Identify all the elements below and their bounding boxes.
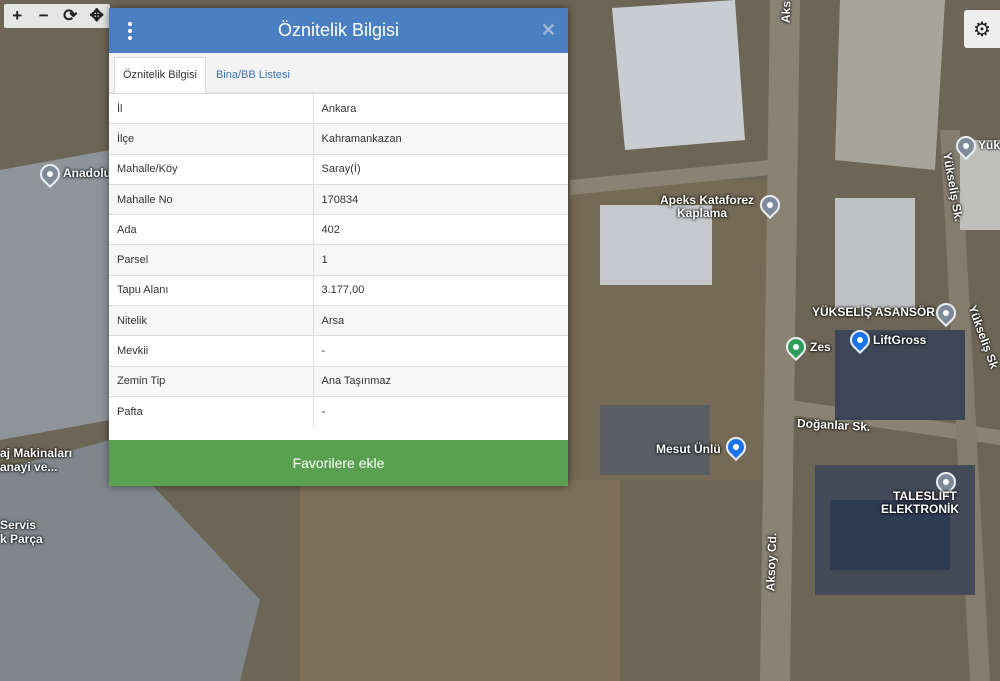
table-row: Parsel 1 [109,244,568,276]
gear-icon: ⚙ [973,18,991,41]
map-label-taleslift: TALESLIFT [893,489,957,503]
map-label-kaplama: Kaplama [677,206,728,220]
attribute-value: 3.177,00 [313,274,568,306]
map-label-aksoy-cd: Aksoy Cd. [763,532,780,592]
dialog-tabs: Öznitelik Bilgisi Bina/BB Listesi [109,53,568,93]
map-label-makinalari: aj Makinaları [0,446,73,460]
zoom-out-icon[interactable]: − [31,4,58,28]
attribute-value: 402 [313,214,568,245]
attribute-value: - [313,395,568,427]
table-row: Mahalle/Köy Saray(İ) [109,153,568,185]
map-label-yukselis-asansor: YÜKSELİŞ ASANSÖR [812,305,935,319]
attribute-value: Kahramankazan [313,123,568,155]
map-label-liftgross: LiftGross [873,333,927,347]
map-label-aksoy-top: Aks [778,0,794,24]
zoom-in-icon[interactable]: + [4,4,31,28]
dialog-title: Öznitelik Bilgisi [277,20,400,40]
table-row: İl Ankara [109,92,568,124]
attribute-key: Pafta [109,395,314,427]
add-favorite-button[interactable]: Favorilere ekle [109,440,568,486]
dialog-header: Öznitelik Bilgisi ✕ [109,8,568,53]
tab-building-list[interactable]: Bina/BB Listesi [206,57,298,92]
table-row: Ada 402 [109,214,568,245]
attribute-value: Saray(İ) [313,153,568,185]
attribute-key: Zemin Tip [109,365,314,397]
map-toolbar: + − ⟳ ✥ [4,4,110,28]
attribute-key: İl [109,92,314,124]
map-label-servis: Servis [0,518,37,532]
map-label-mesut: Mesut Ünlü [656,442,721,456]
attribute-key: Tapu Alanı [109,274,314,306]
map-label-anadolu: Anadolu [63,166,111,180]
attribute-value: 1 [313,244,568,276]
map-label-apeks: Apeks Kataforez [660,193,755,207]
map-label-sanayi: anayi ve... [0,460,58,474]
table-row: Mahalle No 170834 [109,183,568,215]
attribute-value: Ankara [313,92,568,124]
table-row: Zemin Tip Ana Taşınmaz [109,365,568,397]
refresh-icon[interactable]: ⟳ [57,4,84,28]
close-icon[interactable]: ✕ [541,8,556,53]
attribute-key: Nitelik [109,305,314,336]
table-row: Mevkii - [109,335,568,367]
attribute-key: Mahalle/Köy [109,153,314,185]
table-row: Nitelik Arsa [109,305,568,336]
map-label-yukselis-top: Yükseliş [978,138,1000,152]
table-row: İlçe Kahramankazan [109,123,568,155]
map-label-parca: k Parça [0,532,43,546]
attribute-value: Arsa [313,305,568,336]
attribute-value: 170834 [313,183,568,215]
table-row: Pafta - [109,395,568,427]
attribute-value: - [313,335,568,367]
move-icon[interactable]: ✥ [84,4,111,28]
table-row: Tapu Alanı 3.177,00 [109,274,568,306]
attribute-table: İl Ankara İlçe Kahramankazan Mahalle/Köy Sara… [109,92,568,427]
attribute-key: İlçe [109,123,314,155]
tab-attribute-info[interactable]: Öznitelik Bilgisi [114,57,206,93]
attribute-key: Mevkii [109,335,314,367]
settings-button[interactable]: ⚙ [964,10,1000,48]
vertical-dots-icon[interactable] [123,8,137,53]
attribute-key: Parsel [109,244,314,276]
attribute-key: Ada [109,214,314,245]
attribute-dialog: Öznitelik Bilgisi ✕ Öznitelik Bilgisi Bi… [109,8,568,486]
map-label-elektronik: ELEKTRONİK [881,502,959,516]
map-label-zes: Zes [810,340,831,354]
attribute-value: Ana Taşınmaz [313,365,568,397]
attribute-key: Mahalle No [109,183,314,215]
